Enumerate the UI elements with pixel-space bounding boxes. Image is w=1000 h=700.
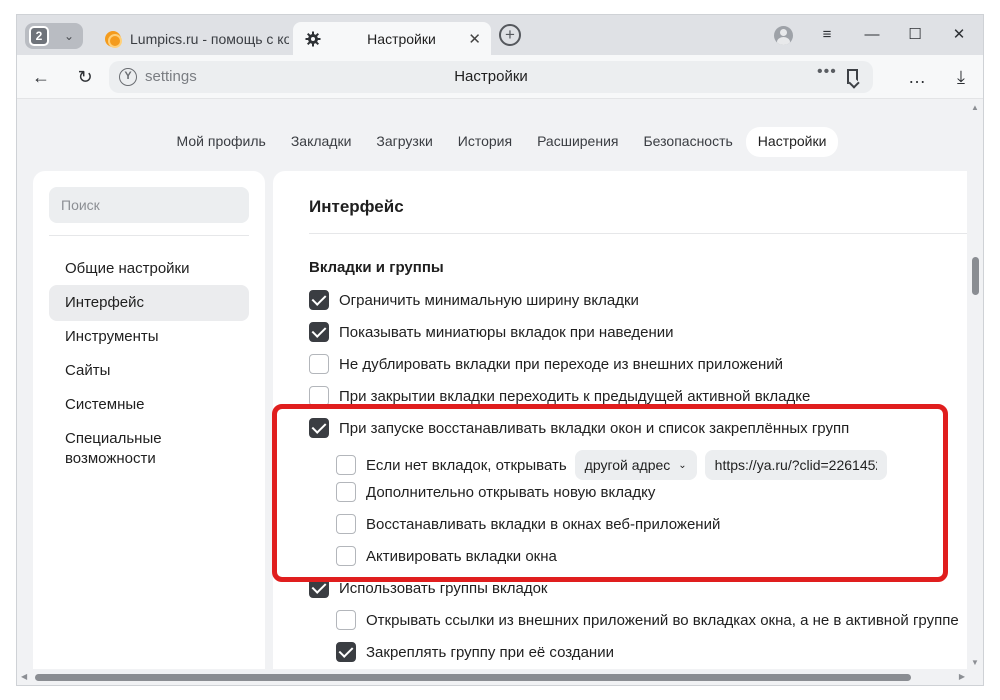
checkbox[interactable]: [336, 610, 356, 630]
sidebar-item-system[interactable]: Системные: [49, 387, 249, 423]
option-label: Ограничить минимальную ширину вкладки: [339, 291, 639, 309]
yandex-logo-icon: Y: [119, 68, 137, 86]
open-page-select[interactable]: другой адрес ⌄: [574, 450, 697, 480]
checkbox[interactable]: [309, 354, 329, 374]
option-open-links-in-window-tabs[interactable]: Открывать ссылки из внешних приложений в…: [336, 609, 959, 631]
option-restore-webapp-tabs[interactable]: Восстанавливать вкладки в окнах веб-прил…: [336, 513, 720, 535]
checkbox[interactable]: [336, 455, 356, 475]
download-icon[interactable]: ⤓: [949, 65, 973, 89]
nav-history[interactable]: История: [446, 127, 524, 157]
chevron-down-icon[interactable]: ⌄: [59, 25, 79, 47]
option-label: При запуске восстанавливать вкладки окон…: [339, 419, 850, 437]
lumpics-favicon-icon: [105, 30, 122, 48]
scroll-left-icon[interactable]: ◀: [21, 672, 27, 681]
option-use-tab-groups[interactable]: Использовать группы вкладок: [309, 577, 548, 599]
vertical-scrollbar[interactable]: ▲ ▼: [967, 99, 983, 671]
checkbox[interactable]: [309, 322, 329, 342]
checkbox[interactable]: [309, 578, 329, 598]
bookmark-icon[interactable]: [847, 69, 858, 84]
checkbox[interactable]: [336, 514, 356, 534]
scroll-down-icon[interactable]: ▼: [971, 658, 979, 667]
option-limit-tab-width[interactable]: Ограничить минимальную ширину вкладки: [309, 289, 639, 311]
option-open-new-tab[interactable]: Дополнительно открывать новую вкладку: [336, 481, 655, 503]
settings-sidebar: Общие настройки Интерфейс Инструменты Са…: [33, 171, 265, 685]
more-dots-icon[interactable]: •••: [817, 63, 837, 81]
address-bar[interactable]: Y settings Настройки •••: [109, 61, 873, 93]
nav-profile[interactable]: Мой профиль: [165, 127, 278, 157]
option-pin-group-on-create[interactable]: Закреплять группу при её создании: [336, 641, 614, 663]
tab-lumpics[interactable]: Lumpics.ru - помощь с компьютером: [93, 22, 289, 55]
chevron-down-icon: ⌄: [678, 459, 687, 471]
option-tab-thumbnails[interactable]: Показывать миниатюры вкладок при наведен…: [309, 321, 674, 343]
tab-settings[interactable]: Настройки ✕: [293, 22, 491, 55]
option-label: Показывать миниатюры вкладок при наведен…: [339, 323, 674, 341]
nav-bookmarks[interactable]: Закладки: [279, 127, 364, 157]
nav-security[interactable]: Безопасность: [631, 127, 744, 157]
sidebar-item-tools[interactable]: Инструменты: [49, 319, 249, 355]
checkbox[interactable]: [309, 290, 329, 310]
reload-icon[interactable]: ↻: [73, 65, 97, 89]
option-go-to-previous-tab[interactable]: При закрытии вкладки переходить к предыд…: [309, 385, 810, 407]
select-value: другой адрес: [584, 457, 671, 473]
address-url[interactable]: settings: [145, 68, 197, 85]
option-label: Открывать ссылки из внешних приложений в…: [366, 611, 959, 629]
option-label: Дополнительно открывать новую вкладку: [366, 483, 656, 501]
back-arrow-icon[interactable]: ←: [29, 65, 53, 89]
group-title: Вкладки и группы: [309, 259, 444, 276]
sidebar-item-general[interactable]: Общие настройки: [49, 251, 249, 287]
checkbox[interactable]: [336, 642, 356, 662]
scroll-up-icon[interactable]: ▲: [971, 103, 979, 112]
nav-downloads[interactable]: Загрузки: [364, 127, 444, 157]
nav-settings[interactable]: Настройки: [745, 127, 839, 157]
profile-avatar-icon[interactable]: [774, 26, 793, 45]
option-label: Если нет вкладок, открывать: [366, 456, 567, 474]
maximize-icon[interactable]: ☐: [902, 23, 928, 47]
menu-hamburger-icon[interactable]: ≡: [814, 23, 840, 47]
tab-title: Настройки: [367, 30, 436, 47]
tab-count-badge: 2: [29, 26, 49, 46]
address-page-title: Настройки: [454, 68, 528, 85]
gear-icon: [305, 31, 321, 47]
scrollbar-thumb[interactable]: [972, 257, 979, 295]
tab-bar: 2 ⌄ Lumpics.ru - помощь с компьютером На…: [17, 15, 983, 55]
option-activate-window-tabs[interactable]: Активировать вкладки окна: [336, 545, 557, 567]
checkbox[interactable]: [309, 418, 329, 438]
settings-main-panel: Интерфейс Вкладки и группы Ограничить ми…: [273, 171, 983, 685]
option-no-duplicate-tabs[interactable]: Не дублировать вкладки при переходе из в…: [309, 353, 783, 375]
minimize-icon[interactable]: —: [859, 23, 885, 47]
nav-extensions[interactable]: Расширения: [525, 127, 630, 157]
section-title: Интерфейс: [309, 197, 404, 216]
option-label: При закрытии вкладки переходить к предыд…: [339, 387, 811, 405]
open-url-input[interactable]: [704, 450, 887, 480]
option-if-no-tabs-open[interactable]: Если нет вкладок, открывать другой адрес…: [336, 450, 887, 480]
new-tab-plus-icon[interactable]: +: [499, 24, 521, 46]
option-label: Использовать группы вкладок: [339, 579, 548, 597]
address-toolbar: ← ↻ Y settings Настройки ••• … ⤓: [17, 55, 983, 99]
extensions-dots-icon[interactable]: …: [905, 65, 929, 89]
close-window-icon[interactable]: ✕: [946, 23, 972, 47]
sidebar-divider: [49, 235, 249, 236]
sidebar-item-sites[interactable]: Сайты: [49, 353, 249, 389]
checkbox[interactable]: [336, 546, 356, 566]
tab-title: Lumpics.ru - помощь с компьютером: [130, 30, 289, 47]
checkbox[interactable]: [309, 386, 329, 406]
sidebar-item-interface[interactable]: Интерфейс: [49, 285, 249, 321]
settings-search-input[interactable]: [49, 187, 249, 223]
option-label: Активировать вкладки окна: [366, 547, 557, 565]
section-divider: [309, 233, 983, 234]
horizontal-scrollbar[interactable]: ◀ ▶: [17, 669, 983, 685]
option-label: Закреплять группу при её создании: [366, 643, 614, 661]
checkbox[interactable]: [336, 482, 356, 502]
scrollbar-thumb[interactable]: [35, 674, 911, 681]
browser-window: 2 ⌄ Lumpics.ru - помощь с компьютером На…: [16, 14, 984, 686]
settings-nav: Мой профиль Закладки Загрузки История Ра…: [17, 127, 983, 157]
scroll-right-icon[interactable]: ▶: [959, 672, 965, 681]
option-restore-tabs-on-start[interactable]: При запуске восстанавливать вкладки окон…: [309, 417, 849, 439]
sidebar-item-accessibility[interactable]: Специальные возможности: [49, 421, 199, 477]
option-label: Не дублировать вкладки при переходе из в…: [339, 355, 783, 373]
tab-counter-button[interactable]: 2 ⌄: [25, 23, 83, 49]
close-tab-icon[interactable]: ✕: [468, 30, 481, 48]
option-label: Восстанавливать вкладки в окнах веб-прил…: [366, 515, 721, 533]
